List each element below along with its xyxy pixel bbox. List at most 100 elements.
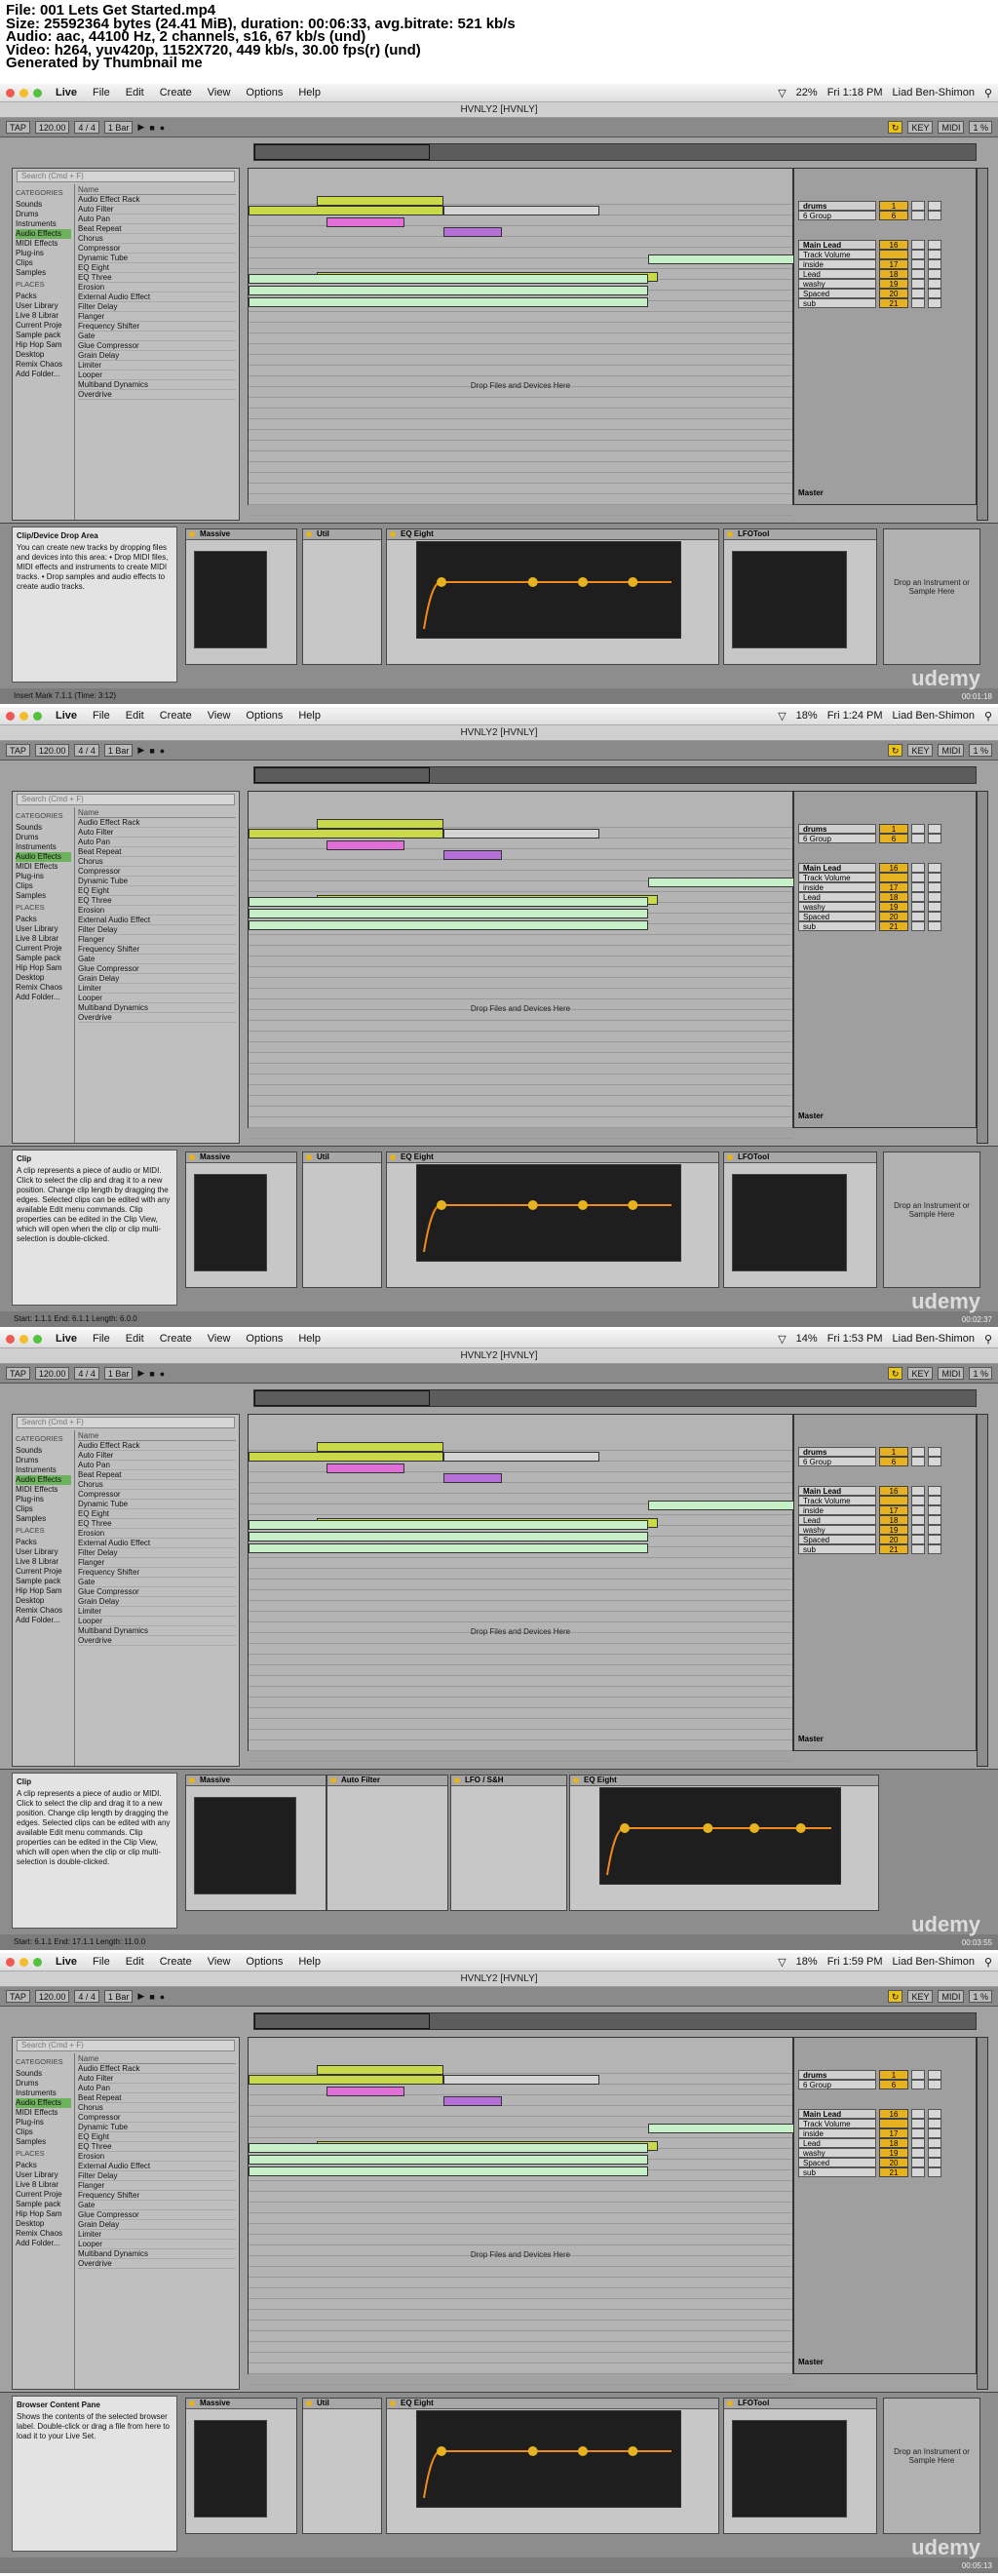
arrangement-lane[interactable]: [249, 2353, 792, 2363]
browser-item[interactable]: Auto Filter: [78, 1451, 236, 1461]
browser-item[interactable]: Audio Effect Rack: [78, 818, 236, 828]
browser-item[interactable]: Limiter: [78, 2230, 236, 2240]
search-icon[interactable]: ⚲: [984, 87, 992, 99]
track-name[interactable]: sub: [798, 1544, 876, 1554]
arrangement-lane[interactable]: [249, 505, 792, 516]
clip[interactable]: [326, 1464, 404, 1473]
category-item[interactable]: Plug-ins: [16, 1495, 71, 1504]
clip[interactable]: [443, 2096, 502, 2106]
place-item[interactable]: Packs: [16, 2161, 71, 2170]
overview-selection[interactable]: [254, 1390, 430, 1406]
browser-item[interactable]: Beat Repeat: [78, 2093, 236, 2103]
browser-item[interactable]: Glue Compressor: [78, 964, 236, 974]
browser-item[interactable]: External Audio Effect: [78, 2162, 236, 2171]
clip[interactable]: [249, 1520, 648, 1530]
arrangement-lane[interactable]: [249, 1612, 792, 1622]
place-item[interactable]: Add Folder...: [16, 993, 71, 1002]
browser-item[interactable]: Multiband Dynamics: [78, 380, 236, 390]
window-controls[interactable]: [6, 88, 42, 98]
device-panel[interactable]: LFO / S&H: [450, 1775, 567, 1911]
solo-button[interactable]: [911, 1457, 925, 1466]
browser-item[interactable]: Flanger: [78, 312, 236, 322]
arrangement-lane[interactable]: [249, 1580, 792, 1590]
place-item[interactable]: Sample pack: [16, 2200, 71, 2209]
key-map-button[interactable]: KEY: [907, 744, 934, 757]
device-panel[interactable]: LFOTool: [723, 2398, 877, 2534]
clock[interactable]: Fri 1:59 PM: [827, 1956, 883, 1968]
device-title[interactable]: EQ Eight: [387, 529, 718, 540]
place-item[interactable]: User Library: [16, 301, 71, 311]
stop-icon[interactable]: ■: [149, 1992, 154, 2002]
browser-item[interactable]: Erosion: [78, 1529, 236, 1539]
arrangement-lane[interactable]: [249, 2267, 792, 2278]
category-item[interactable]: Sounds: [16, 1446, 71, 1456]
arrangement-lane[interactable]: [249, 1601, 792, 1612]
menu-item[interactable]: View: [208, 710, 231, 722]
place-item[interactable]: Remix Chaos: [16, 1606, 71, 1616]
clip[interactable]: [648, 2124, 794, 2133]
arrangement-lane[interactable]: [249, 409, 792, 419]
clip[interactable]: [249, 286, 648, 295]
device-title[interactable]: LFOTool: [724, 529, 876, 540]
clip[interactable]: [443, 850, 502, 860]
track-header[interactable]: 6 Group 6: [798, 210, 974, 221]
device-title[interactable]: Util: [303, 529, 381, 540]
quantize-menu[interactable]: 1 Bar: [103, 1367, 134, 1380]
user-name[interactable]: Liad Ben-Shimon: [893, 1956, 975, 1968]
place-item[interactable]: Desktop: [16, 350, 71, 360]
browser-item[interactable]: Multiband Dynamics: [78, 1003, 236, 1013]
arrangement-lane[interactable]: [249, 494, 792, 505]
clip[interactable]: [249, 1452, 443, 1462]
category-item[interactable]: Sounds: [16, 200, 71, 210]
device-panel[interactable]: EQ Eight: [386, 1151, 719, 1288]
category-item[interactable]: Clips: [16, 1504, 71, 1514]
menu-item[interactable]: Options: [246, 87, 283, 98]
quantize-menu[interactable]: 1 Bar: [103, 1990, 134, 2003]
arrangement-lane[interactable]: [249, 1644, 792, 1655]
track-number[interactable]: 6: [879, 834, 908, 843]
place-item[interactable]: Hip Hop Sam: [16, 2209, 71, 2219]
category-item[interactable]: Sounds: [16, 823, 71, 833]
browser-item[interactable]: Flanger: [78, 935, 236, 945]
browser-item[interactable]: Limiter: [78, 1607, 236, 1617]
battery-level[interactable]: 18%: [796, 1956, 818, 1968]
menu-item[interactable]: View: [208, 1956, 231, 1968]
browser-item[interactable]: EQ Three: [78, 1519, 236, 1529]
browser-item[interactable]: Grain Delay: [78, 351, 236, 361]
place-item[interactable]: Packs: [16, 915, 71, 924]
category-item[interactable]: Sounds: [16, 2069, 71, 2079]
loop-toggle[interactable]: ↻: [887, 1990, 903, 2003]
device-title[interactable]: LFOTool: [724, 2399, 876, 2409]
menu-item[interactable]: Help: [298, 1333, 321, 1345]
browser-item[interactable]: Grain Delay: [78, 2220, 236, 2230]
browser-item[interactable]: Auto Pan: [78, 215, 236, 224]
arrangement-lane[interactable]: [249, 237, 792, 248]
track-header[interactable]: sub 21: [798, 1543, 974, 1555]
browser-item[interactable]: Audio Effect Rack: [78, 195, 236, 205]
arrangement-lane[interactable]: [249, 2192, 792, 2203]
clock[interactable]: Fri 1:53 PM: [827, 1333, 883, 1345]
arrangement-lane[interactable]: [249, 2106, 792, 2117]
arrangement-lane[interactable]: [249, 333, 792, 344]
vertical-scrollbar[interactable]: [977, 1414, 988, 1767]
device-panel[interactable]: Util: [302, 1151, 382, 1288]
device-panel[interactable]: EQ Eight: [386, 528, 719, 665]
eq-curve-display[interactable]: [416, 1164, 681, 1262]
browser-item[interactable]: Overdrive: [78, 1636, 236, 1646]
device-title[interactable]: EQ Eight: [387, 1152, 718, 1163]
browser-item[interactable]: Chorus: [78, 234, 236, 244]
browser-item[interactable]: Auto Filter: [78, 205, 236, 215]
menu-item[interactable]: Options: [246, 1956, 283, 1968]
place-item[interactable]: Add Folder...: [16, 2239, 71, 2248]
clip[interactable]: [249, 274, 648, 284]
arrangement-lane[interactable]: [249, 2181, 792, 2192]
zoom-icon[interactable]: [33, 1334, 42, 1344]
record-icon[interactable]: ●: [160, 1369, 165, 1379]
browser-item[interactable]: Grain Delay: [78, 974, 236, 984]
clip[interactable]: [443, 829, 599, 839]
tempo-field[interactable]: 120.00: [34, 1990, 70, 2003]
browser-item[interactable]: Glue Compressor: [78, 341, 236, 351]
arrangement-lane[interactable]: [249, 2299, 792, 2310]
track-header[interactable]: 6 Group 6: [798, 2079, 974, 2090]
arrangement-lane[interactable]: [249, 1032, 792, 1042]
